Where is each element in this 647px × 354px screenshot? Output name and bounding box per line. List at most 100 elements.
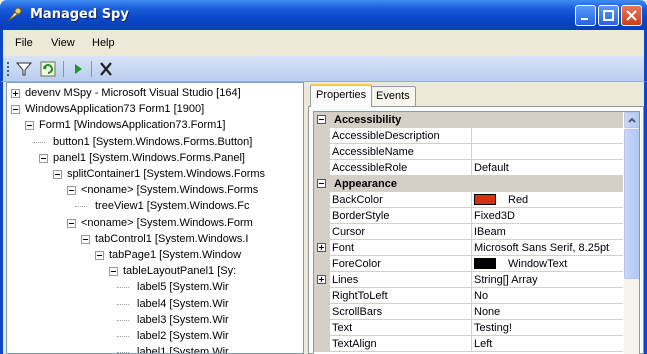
collapse-icon[interactable] — [11, 105, 20, 115]
property-value[interactable]: Microsoft Sans Serif, 8.25pt — [474, 242, 622, 254]
property-value[interactable]: Left — [474, 338, 622, 350]
property-value[interactable]: String[] Array — [474, 274, 622, 286]
property-value[interactable]: Red — [474, 194, 622, 206]
property-value-text: WindowText — [508, 258, 568, 270]
tab-events[interactable]: Events — [370, 86, 416, 106]
toolbar-grip[interactable] — [7, 62, 9, 76]
column-divider[interactable] — [471, 224, 472, 240]
tree-connector — [33, 141, 45, 143]
menu-file[interactable]: File — [15, 37, 33, 49]
property-value-text: String[] Array — [474, 274, 538, 286]
tab-panel: TextAlign Left Text Testing! ScrollBars None R… — [308, 106, 644, 354]
collapse-icon[interactable] — [81, 234, 90, 244]
grid-gutter — [314, 128, 330, 144]
property-value[interactable]: IBeam — [474, 226, 622, 238]
collapse-icon[interactable] — [53, 170, 62, 179]
collapse-icon[interactable] — [67, 218, 76, 228]
grid-row[interactable]: AccessibleRole Default — [314, 160, 623, 176]
grid-row[interactable]: RightToLeft No — [314, 288, 623, 304]
collapse-icon[interactable] — [67, 186, 76, 196]
property-value[interactable]: No — [474, 290, 622, 302]
column-divider[interactable] — [471, 304, 472, 320]
tree-node-label: tabControl1 [System.Windows.I — [95, 232, 249, 245]
grid-row[interactable]: Cursor IBeam — [314, 224, 623, 240]
menu-bar: File View Help — [0, 30, 647, 56]
title-bar[interactable]: Managed Spy — [0, 0, 647, 30]
refresh-icon[interactable] — [39, 60, 57, 78]
expand-icon[interactable] — [11, 89, 20, 98]
column-divider[interactable] — [471, 288, 472, 304]
close-button[interactable] — [621, 5, 642, 26]
collapse-icon[interactable] — [317, 179, 326, 188]
grid-row[interactable]: Text Testing! — [314, 320, 623, 336]
property-value-text: None — [474, 306, 501, 318]
property-value[interactable]: Fixed3D — [474, 210, 622, 222]
property-name: BorderStyle — [332, 210, 390, 222]
column-divider[interactable] — [471, 272, 472, 288]
collapse-icon[interactable] — [25, 121, 34, 131]
tree-node-label: tabPage1 [System.Window — [109, 249, 242, 261]
toolbar-separator — [63, 61, 64, 77]
property-name: Lines — [332, 274, 359, 286]
grid-row[interactable]: Font Microsoft Sans Serif, 8.25pt — [314, 240, 623, 256]
property-value[interactable]: None — [474, 306, 622, 318]
scroll-thumb[interactable] — [624, 129, 639, 279]
tab-properties[interactable]: Properties — [310, 84, 373, 107]
filter-icon[interactable] — [15, 60, 33, 78]
property-grid[interactable]: TextAlign Left Text Testing! ScrollBars None R… — [313, 111, 640, 354]
tree-node-label: splitContainer1 [System.Windows.Forms — [67, 168, 266, 180]
column-divider[interactable] — [471, 160, 472, 176]
minimize-button[interactable] — [575, 5, 596, 26]
tree-node-label: label5 [System.Wir — [137, 281, 229, 294]
tree-node-label: panel1 [System.Windows.Forms.Panel] — [53, 151, 245, 164]
color-swatch — [474, 194, 496, 205]
grid-row[interactable]: ForeColor WindowText — [314, 256, 623, 272]
grid-row[interactable]: BackColor Red — [314, 192, 623, 208]
toolbar — [0, 56, 647, 82]
grid-row[interactable]: BorderStyle Fixed3D — [314, 208, 623, 224]
scroll-up-button[interactable] — [624, 112, 639, 128]
property-value[interactable]: Testing! — [474, 322, 622, 334]
tree-node-label: <noname> [System.Windows.Form — [81, 216, 253, 229]
collapse-icon[interactable] — [109, 267, 118, 277]
column-divider[interactable] — [471, 128, 472, 144]
grid-gutter — [314, 224, 330, 240]
vertical-scrollbar[interactable] — [624, 112, 639, 354]
menu-view[interactable]: View — [51, 37, 75, 49]
collapse-icon[interactable] — [95, 251, 104, 260]
delete-icon[interactable] — [97, 60, 115, 78]
column-divider[interactable] — [471, 320, 472, 336]
maximize-icon — [603, 10, 614, 21]
grid-row[interactable]: Lines String[] Array — [314, 272, 623, 288]
grid-category[interactable]: Accessibility — [314, 112, 623, 128]
maximize-button[interactable] — [598, 5, 619, 26]
grid-row[interactable]: ScrollBars None — [314, 304, 623, 320]
expand-icon[interactable] — [317, 243, 326, 252]
property-value[interactable]: Default — [474, 162, 622, 174]
window-tree[interactable]: devenv MSpy - Microsoft Visual Studio [1… — [6, 82, 304, 354]
grid-row[interactable]: TextAlign Left — [314, 336, 623, 352]
play-icon[interactable] — [69, 60, 87, 78]
grid-gutter — [314, 304, 330, 320]
grid-category[interactable]: Appearance — [314, 176, 623, 192]
grid-row[interactable]: AccessibleDescription — [314, 128, 623, 144]
column-divider[interactable] — [471, 144, 472, 160]
grid-gutter — [314, 160, 330, 176]
expand-icon[interactable] — [317, 275, 326, 284]
grid-gutter — [314, 208, 330, 224]
collapse-icon[interactable] — [317, 115, 326, 124]
menu-help[interactable]: Help — [92, 37, 115, 49]
property-name: ScrollBars — [332, 306, 383, 318]
grid-gutter — [314, 336, 330, 352]
column-divider[interactable] — [471, 336, 472, 352]
column-divider[interactable] — [471, 256, 472, 272]
tree-node-label: label2 [System.Wir — [137, 330, 229, 342]
property-value-text: Fixed3D — [474, 210, 515, 222]
column-divider[interactable] — [471, 208, 472, 224]
property-value[interactable]: WindowText — [474, 258, 622, 270]
column-divider[interactable] — [471, 240, 472, 256]
column-divider[interactable] — [471, 192, 472, 208]
property-name: AccessibleDescription — [332, 130, 440, 142]
collapse-icon[interactable] — [39, 153, 48, 163]
grid-row[interactable]: AccessibleName — [314, 144, 623, 160]
